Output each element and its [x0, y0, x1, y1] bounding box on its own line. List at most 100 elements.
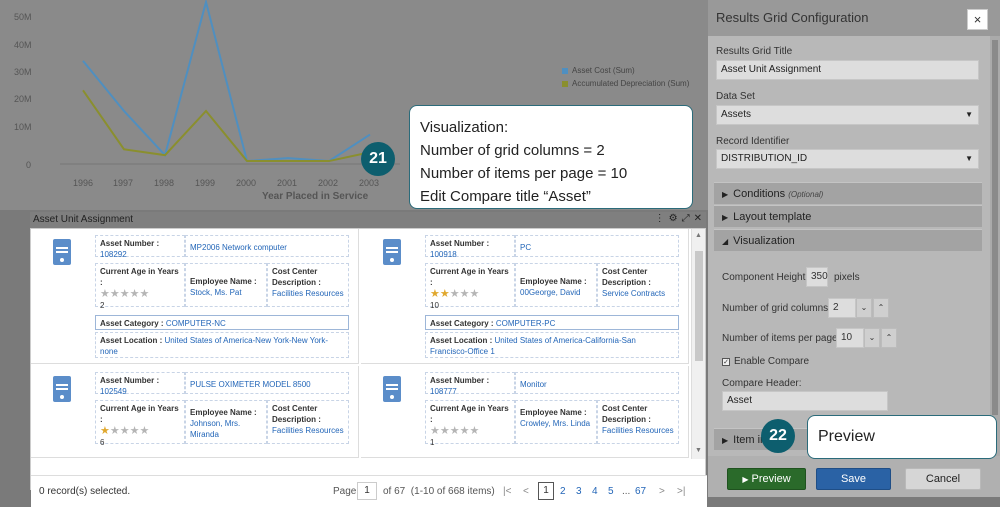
employee-link[interactable]: Stock, Ms. Pat	[190, 287, 262, 298]
next-page-icon[interactable]: >	[659, 486, 665, 497]
employee-link[interactable]: Crowley, Mrs. Linda	[520, 418, 592, 429]
items-per-page-increment[interactable]: ⌃	[881, 328, 897, 348]
section-conditions[interactable]: ▶ Conditions (Optional)	[714, 182, 982, 204]
component-height-unit: pixels	[834, 272, 860, 283]
save-button[interactable]: Save	[816, 468, 891, 490]
scroll-up-icon[interactable]: ▲	[695, 232, 702, 239]
asset-card[interactable]: Asset Number : 108292 MP2006 Network com…	[31, 229, 359, 364]
grid-columns-input[interactable]: 2	[828, 298, 856, 318]
asset-name-link[interactable]: MP2006 Network computer	[190, 238, 344, 253]
callout-line: Visualization:	[420, 119, 509, 136]
age-field: Current Age in Years : ★★★★★ 1	[425, 400, 515, 447]
star-empty-icon: ★	[109, 425, 120, 437]
asset-name-link[interactable]: PULSE OXIMETER MODEL 8500	[190, 375, 344, 390]
scroll-thumb[interactable]	[695, 251, 703, 361]
server-icon	[383, 239, 401, 265]
close-icon[interactable]: ✕	[694, 213, 702, 224]
age-field: Current Age in Years : ★★★★★ 6	[95, 400, 185, 447]
star-empty-icon: ★	[449, 288, 460, 300]
more-icon[interactable]: ⋮	[655, 213, 665, 224]
asset-name-field: Monitor	[515, 372, 679, 394]
first-page-icon[interactable]: |<	[503, 486, 511, 497]
compare-header-label: Compare Header:	[722, 378, 802, 389]
callout-21-badge: 21	[361, 142, 395, 176]
x-axis-label: Year Placed in Service	[262, 191, 369, 202]
config-scroll-thumb[interactable]	[992, 40, 998, 415]
star-empty-icon: ★	[469, 425, 480, 437]
asset-number-field: Asset Number : 108777	[425, 372, 515, 397]
employee-link[interactable]: 00George, David	[520, 287, 592, 298]
chevron-down-icon: ▼	[965, 154, 973, 163]
y-tick: 40M	[14, 40, 32, 50]
asset-card[interactable]: Asset Number : 108777 Monitor Current Ag…	[361, 366, 689, 458]
cost-center-link[interactable]: Service Contracts	[602, 288, 674, 299]
preview-button[interactable]: ▶ Preview	[727, 468, 806, 490]
gear-icon[interactable]: ⚙	[669, 213, 678, 224]
asset-card[interactable]: Asset Number : 100918 PC Current Age in …	[361, 229, 689, 364]
last-page-icon[interactable]: >|	[677, 486, 685, 497]
page-3-button[interactable]: 3	[576, 486, 582, 497]
component-height-label: Component Height:	[722, 272, 809, 283]
enable-compare-row[interactable]: ✓ Enable Compare	[722, 356, 809, 367]
section-layout-template[interactable]: ▶ Layout template	[714, 205, 982, 227]
star-empty-icon: ★	[459, 425, 470, 437]
server-icon	[383, 376, 401, 402]
asset-card[interactable]: Asset Number : 102549 PULSE OXIMETER MOD…	[31, 366, 359, 458]
asset-number-link[interactable]: 108292	[100, 249, 180, 260]
x-tick: 1998	[154, 178, 175, 188]
data-set-select[interactable]: Assets ▼	[716, 105, 979, 125]
results-grid-title-input[interactable]: Asset Unit Assignment	[716, 60, 979, 80]
asset-name-field: PULSE OXIMETER MODEL 8500	[185, 372, 349, 394]
prev-page-icon[interactable]: <	[523, 486, 529, 497]
asset-number-link[interactable]: 102549	[100, 386, 180, 397]
legend-label: Asset Cost (Sum)	[572, 66, 635, 75]
enable-compare-checkbox[interactable]: ✓	[722, 358, 730, 366]
cost-center-link[interactable]: Facilities Resources	[272, 288, 344, 299]
employee-link[interactable]: Johnson, Mrs. Miranda	[190, 418, 262, 440]
asset-name-link[interactable]: Monitor	[520, 375, 674, 390]
star-filled-icon: ★	[430, 288, 440, 300]
record-identifier-select[interactable]: DISTRIBUTION_ID ▼	[716, 149, 979, 169]
compare-header-input[interactable]: Asset	[722, 391, 888, 411]
star-empty-icon: ★	[449, 425, 460, 437]
asset-number-link[interactable]: 108777	[430, 386, 510, 397]
section-visualization[interactable]: ◢ Visualization	[714, 229, 982, 251]
component-height-input[interactable]: 350	[806, 267, 828, 287]
config-scrollbar[interactable]	[990, 36, 1000, 456]
close-button[interactable]: ×	[967, 9, 988, 30]
page-label: Page	[333, 486, 357, 497]
age-field: Current Age in Years : ★★★★★ 2	[95, 263, 185, 310]
y-tick: 50M	[14, 12, 32, 22]
grid-columns-increment[interactable]: ⌃	[873, 298, 889, 318]
triangle-right-icon: ▶	[722, 190, 729, 199]
x-tick: 2003	[359, 178, 380, 188]
cost-center-link[interactable]: Facilities Resources	[602, 425, 674, 436]
expand-icon[interactable]: ⤢	[682, 213, 690, 224]
items-per-page-input[interactable]: 10	[836, 328, 864, 348]
star-empty-icon: ★	[129, 425, 140, 437]
scroll-down-icon[interactable]: ▼	[695, 447, 702, 454]
cost-center-field: Cost Center Description : Facilities Res…	[597, 400, 679, 444]
asset-number-field: Asset Number : 100918	[425, 235, 515, 260]
page-5-button[interactable]: 5	[608, 486, 614, 497]
chevron-down-icon: ▼	[965, 110, 973, 119]
star-rating: ★★★★★	[100, 425, 180, 437]
asset-number-link[interactable]: 100918	[430, 249, 510, 260]
page-1-button[interactable]: 1	[538, 482, 554, 500]
asset-name-field: MP2006 Network computer	[185, 235, 349, 257]
cost-center-field: Cost Center Description : Facilities Res…	[267, 400, 349, 444]
category-field: Asset Category : COMPUTER-NC	[95, 315, 349, 330]
asset-name-link[interactable]: PC	[520, 238, 674, 253]
location-field: Asset Location : United States of Americ…	[95, 332, 349, 358]
grid-columns-decrement[interactable]: ⌄	[856, 298, 872, 318]
cost-center-link[interactable]: Facilities Resources	[272, 425, 344, 436]
page-4-button[interactable]: 4	[592, 486, 598, 497]
cancel-button[interactable]: Cancel	[905, 468, 981, 490]
star-empty-icon: ★	[430, 425, 440, 437]
page-input[interactable]: 1	[357, 482, 377, 500]
page-2-button[interactable]: 2	[560, 486, 566, 497]
results-grid: Asset Unit Assignment ⋮ ⚙ ⤢ ✕ Asset Numb…	[30, 212, 707, 507]
grid-scrollbar[interactable]: ▲ ▼	[691, 229, 705, 459]
page-67-button[interactable]: 67	[635, 486, 646, 497]
items-per-page-decrement[interactable]: ⌄	[864, 328, 880, 348]
